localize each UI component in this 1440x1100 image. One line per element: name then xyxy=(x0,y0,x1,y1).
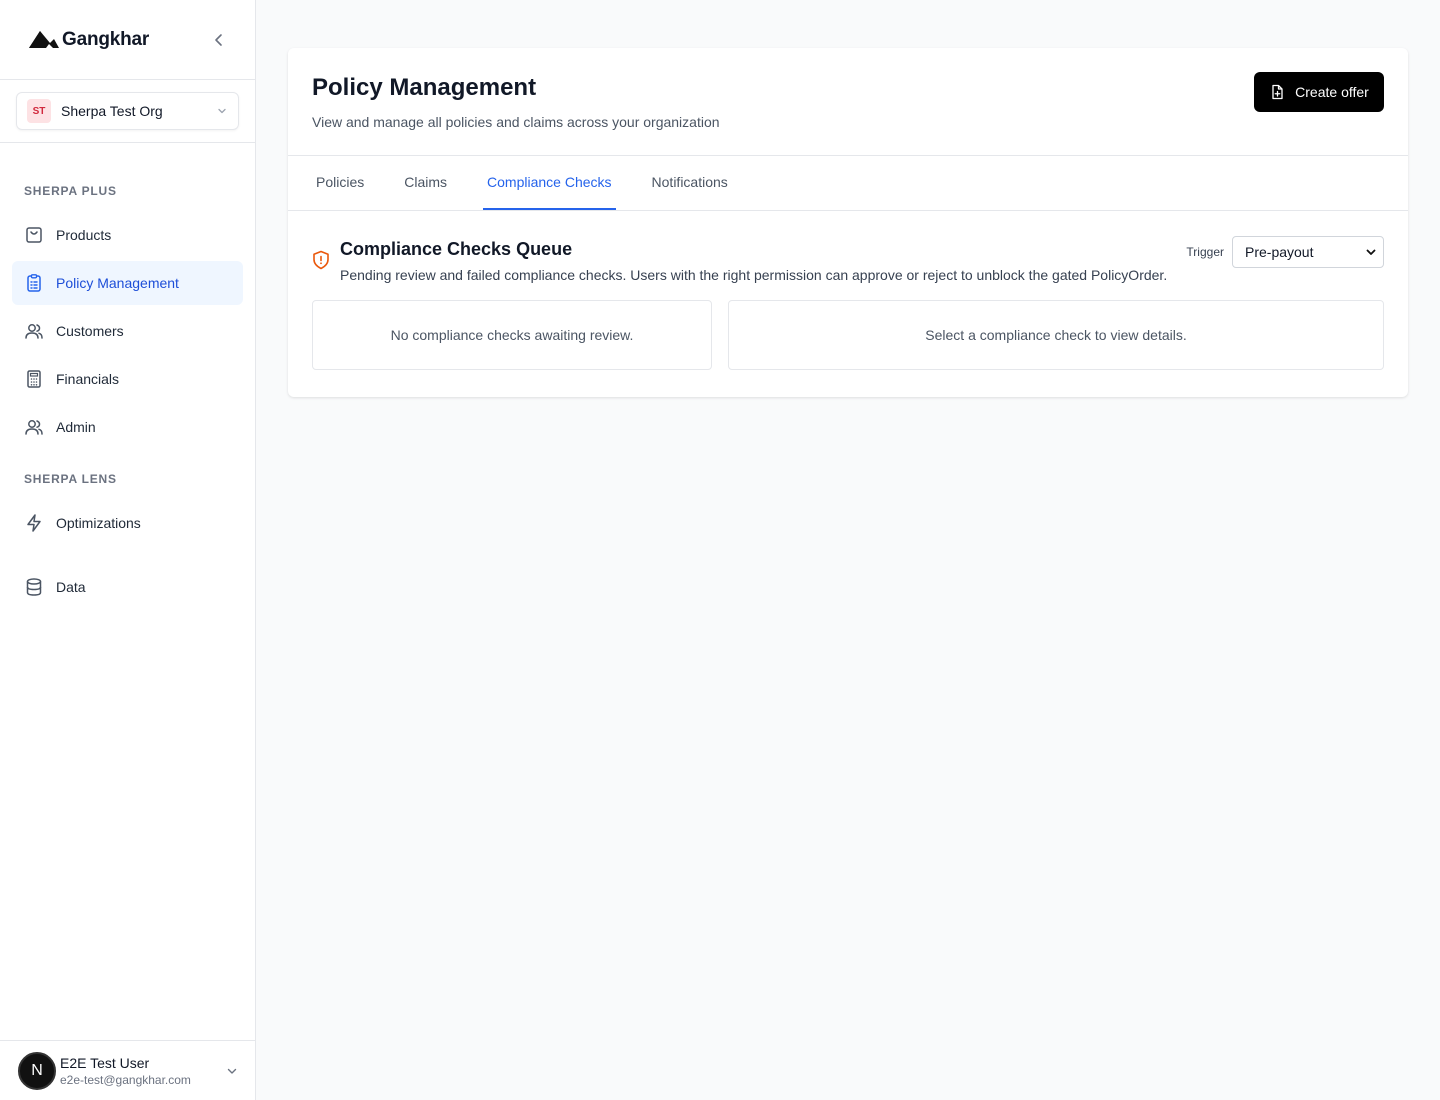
org-switcher[interactable]: ST Sherpa Test Org xyxy=(16,92,239,130)
chevron-left-icon xyxy=(215,33,222,46)
sidebar-item-customers[interactable]: Customers xyxy=(12,309,243,353)
page-subtitle: View and manage all policies and claims … xyxy=(312,114,720,130)
queue-description: Pending review and failed compliance che… xyxy=(340,267,1168,283)
trigger-select[interactable]: Pre-payout xyxy=(1232,236,1384,268)
compliance-detail-panel: Select a compliance check to view detail… xyxy=(728,300,1384,370)
database-icon xyxy=(26,578,42,596)
sidebar: Gangkhar ST Sherpa Test Org SHERPA PLUS … xyxy=(0,0,256,1100)
brand-logo[interactable]: Gangkhar xyxy=(28,29,149,51)
page-title: Policy Management xyxy=(312,74,537,101)
sidebar-item-financials[interactable]: Financials xyxy=(12,357,243,401)
brand-name: Gangkhar xyxy=(62,28,150,50)
avatar: N xyxy=(18,1051,56,1090)
tab-notifications[interactable]: Notifications xyxy=(648,156,732,210)
queue-title: Compliance Checks Queue xyxy=(340,239,573,259)
page-header: Policy Management View and manage all po… xyxy=(288,48,1408,156)
tab-compliance-checks[interactable]: Compliance Checks xyxy=(483,156,616,210)
tab-policies[interactable]: Policies xyxy=(312,156,368,210)
trigger-selected-value: Pre-payout xyxy=(1245,244,1314,260)
chevron-down-icon xyxy=(227,1068,237,1074)
trigger-filter: Trigger Pre-payout xyxy=(1186,236,1384,268)
sidebar-item-label: Data xyxy=(56,579,86,595)
user-email: e2e-test@gangkhar.com xyxy=(60,1072,191,1087)
org-name: Sherpa Test Org xyxy=(61,103,163,119)
sidebar-item-label: Financials xyxy=(56,371,120,387)
clipboard-list-icon xyxy=(27,274,41,292)
tabs: Policies Claims Compliance Checks Notifi… xyxy=(288,156,1408,211)
sidebar-item-label: Admin xyxy=(56,419,96,435)
sidebar-item-policy-management[interactable]: Policy Management xyxy=(12,261,243,305)
nav-sherpa-plus: SHERPA PLUS Products Policy Management C xyxy=(0,143,255,609)
sidebar-item-data[interactable]: Data xyxy=(12,565,243,609)
brand-bar: Gangkhar xyxy=(0,0,255,80)
users-icon xyxy=(25,420,43,435)
user-menu[interactable]: N E2E Test User e2e-test@gangkhar.com xyxy=(0,1040,255,1100)
shield-alert-icon xyxy=(313,250,329,270)
create-offer-label: Create offer xyxy=(1295,84,1369,100)
org-badge: ST xyxy=(27,99,51,123)
empty-detail-message: Select a compliance check to view detail… xyxy=(925,327,1187,343)
chevron-down-icon xyxy=(218,108,226,114)
trigger-label: Trigger xyxy=(1186,245,1224,259)
sidebar-item-label: Policy Management xyxy=(56,275,179,291)
nav-heading-sherpa-plus: SHERPA PLUS xyxy=(24,184,117,198)
tab-claims[interactable]: Claims xyxy=(400,156,451,210)
nav-heading-sherpa-lens: SHERPA LENS xyxy=(24,472,117,486)
mountain-logo-icon xyxy=(29,30,59,48)
file-plus-icon xyxy=(1272,84,1283,100)
shopping-bag-icon xyxy=(26,227,42,243)
sidebar-item-admin[interactable]: Admin xyxy=(12,405,243,449)
empty-list-message: No compliance checks awaiting review. xyxy=(390,327,634,343)
queue-text: Compliance Checks Queue Pending review a… xyxy=(340,237,1167,283)
sidebar-item-products[interactable]: Products xyxy=(12,213,243,257)
sidebar-item-label: Customers xyxy=(56,323,124,339)
create-offer-button[interactable]: Create offer xyxy=(1254,72,1384,112)
lightning-icon xyxy=(27,514,41,532)
sidebar-item-label: Optimizations xyxy=(56,515,141,531)
org-switcher-wrap: ST Sherpa Test Org xyxy=(0,80,255,143)
queue-panels: No compliance checks awaiting review. Se… xyxy=(312,300,1384,370)
chevron-down-icon xyxy=(1366,249,1376,255)
compliance-list-panel: No compliance checks awaiting review. xyxy=(312,300,712,370)
users-icon xyxy=(25,324,43,339)
calculator-icon xyxy=(27,370,41,388)
compliance-queue: Compliance Checks Queue Pending review a… xyxy=(288,211,1408,370)
user-name: E2E Test User xyxy=(60,1054,150,1071)
user-info: E2E Test User e2e-test@gangkhar.com xyxy=(60,1054,221,1088)
sidebar-item-optimizations[interactable]: Optimizations xyxy=(12,501,243,545)
policy-management-card: Policy Management View and manage all po… xyxy=(288,48,1408,397)
collapse-sidebar-button[interactable] xyxy=(207,28,231,52)
sidebar-item-label: Products xyxy=(56,227,112,243)
